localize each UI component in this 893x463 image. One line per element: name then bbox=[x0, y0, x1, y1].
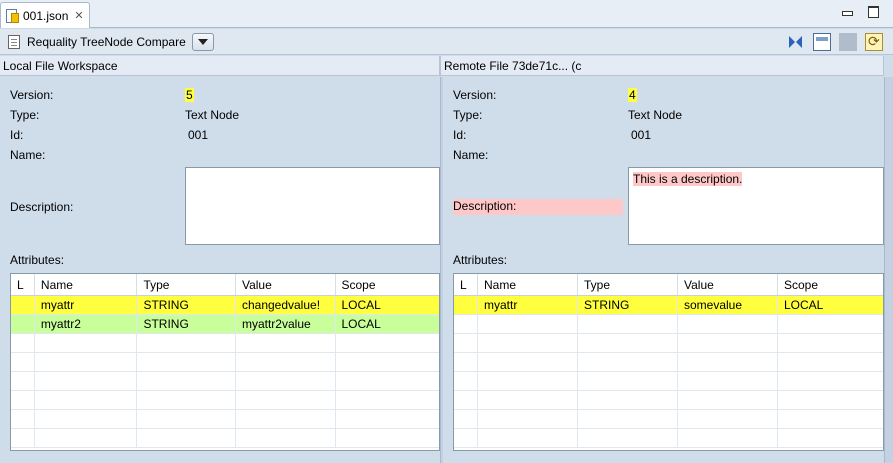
id-label: Id: bbox=[453, 128, 467, 142]
id-value: 001 bbox=[631, 128, 652, 142]
column-header-type[interactable]: Type bbox=[137, 274, 236, 295]
empty-row bbox=[11, 353, 439, 372]
toolbar-separator bbox=[839, 33, 857, 51]
cell-type: STRING bbox=[578, 296, 678, 314]
name-label: Name: bbox=[453, 148, 489, 162]
description-label: Description: bbox=[453, 199, 623, 215]
type-value: Text Node bbox=[185, 108, 240, 122]
version-label: Version: bbox=[10, 88, 54, 102]
empty-row bbox=[454, 391, 883, 410]
empty-row bbox=[454, 334, 883, 353]
empty-row bbox=[11, 334, 439, 353]
column-header-scope[interactable]: Scope bbox=[778, 274, 883, 295]
table-row[interactable]: myattr2 STRING myattr2value LOCAL bbox=[11, 315, 439, 334]
window-controls bbox=[841, 5, 879, 18]
attributes-table[interactable]: L Name Type Value Scope myattr STRING so… bbox=[453, 273, 884, 451]
overview-ruler bbox=[884, 77, 893, 463]
table-row[interactable]: myattr STRING somevalue LOCAL bbox=[454, 296, 883, 315]
merge-icon[interactable] bbox=[787, 33, 805, 51]
empty-row bbox=[454, 315, 883, 334]
left-pane-header: Local File Workspace bbox=[0, 56, 440, 76]
cell-name: myattr2 bbox=[35, 315, 138, 333]
cell-type: STRING bbox=[137, 315, 236, 333]
id-label: Id: bbox=[10, 128, 24, 142]
close-icon[interactable]: ✕ bbox=[74, 9, 83, 22]
empty-row bbox=[11, 429, 439, 448]
cell-value: myattr2value bbox=[236, 315, 336, 333]
right-pane-header: Remote File 73de71c... (c bbox=[440, 56, 884, 76]
compare-title: Requality TreeNode Compare bbox=[27, 34, 186, 49]
toolbar-actions bbox=[787, 33, 883, 51]
cell-value: somevalue bbox=[678, 296, 778, 314]
minimize-icon[interactable] bbox=[841, 5, 853, 17]
id-value: 001 bbox=[188, 128, 209, 142]
column-header-name[interactable]: Name bbox=[35, 274, 138, 295]
right-pane: Version: 4 Type: Text Node Id: 001 Name:… bbox=[443, 77, 884, 463]
name-label: Name: bbox=[10, 148, 46, 162]
table-row[interactable]: myattr STRING changedvalue! LOCAL bbox=[11, 296, 439, 315]
document-icon bbox=[8, 34, 20, 49]
empty-row bbox=[11, 372, 439, 391]
column-header-l[interactable]: L bbox=[454, 274, 478, 295]
cell-scope: LOCAL bbox=[341, 298, 381, 312]
cell-scope: LOCAL bbox=[341, 317, 381, 331]
column-header-l[interactable]: L bbox=[11, 274, 35, 295]
compare-toolbar: Requality TreeNode Compare bbox=[0, 29, 893, 55]
column-header-value[interactable]: Value bbox=[678, 274, 778, 295]
empty-row bbox=[454, 353, 883, 372]
cell-value: changedvalue! bbox=[236, 296, 336, 314]
table-header: L Name Type Value Scope bbox=[454, 274, 883, 296]
right-pane-title: Remote File 73de71c... (c bbox=[444, 58, 582, 73]
tab-title: 001.json bbox=[23, 8, 69, 23]
cell-l bbox=[11, 296, 35, 314]
attributes-label: Attributes: bbox=[10, 253, 65, 267]
description-field[interactable]: This is a description. bbox=[628, 167, 884, 245]
type-value: Text Node bbox=[628, 108, 683, 122]
editor-tab-bar: 001.json ✕ bbox=[0, 0, 893, 28]
cell-type: STRING bbox=[137, 296, 236, 314]
description-label: Description: bbox=[10, 200, 74, 214]
column-header-type[interactable]: Type bbox=[578, 274, 678, 295]
column-header-value[interactable]: Value bbox=[236, 274, 336, 295]
cell-l bbox=[11, 315, 35, 333]
version-value: 4 bbox=[628, 88, 637, 102]
description-value: This is a description. bbox=[633, 172, 743, 186]
version-label: Version: bbox=[453, 88, 497, 102]
left-pane-title: Local File Workspace bbox=[3, 58, 118, 73]
empty-row bbox=[11, 391, 439, 410]
dropdown-arrow-icon[interactable] bbox=[191, 32, 214, 51]
empty-row bbox=[454, 372, 883, 391]
column-header-name[interactable]: Name bbox=[478, 274, 578, 295]
cell-name: myattr bbox=[35, 296, 138, 314]
maximize-icon[interactable] bbox=[867, 5, 879, 18]
empty-row bbox=[454, 429, 883, 448]
attributes-label: Attributes: bbox=[453, 253, 508, 267]
layout-icon[interactable] bbox=[813, 33, 831, 51]
empty-row bbox=[454, 410, 883, 429]
version-value: 5 bbox=[185, 88, 194, 102]
cell-l bbox=[454, 296, 478, 314]
type-label: Type: bbox=[453, 108, 483, 122]
left-pane: Version: 5 Type: Text Node Id: 001 Name:… bbox=[0, 77, 440, 463]
description-field[interactable] bbox=[185, 167, 440, 245]
type-label: Type: bbox=[10, 108, 40, 122]
empty-row bbox=[11, 410, 439, 429]
sync-icon[interactable] bbox=[865, 33, 883, 51]
attributes-table[interactable]: L Name Type Value Scope myattr STRING ch… bbox=[10, 273, 440, 451]
json-file-icon bbox=[5, 8, 19, 24]
cell-name: myattr bbox=[478, 296, 578, 314]
table-header: L Name Type Value Scope bbox=[11, 274, 439, 296]
column-header-scope[interactable]: Scope bbox=[336, 274, 440, 295]
editor-tab[interactable]: 001.json ✕ bbox=[0, 2, 90, 28]
cell-scope: LOCAL bbox=[784, 298, 824, 312]
